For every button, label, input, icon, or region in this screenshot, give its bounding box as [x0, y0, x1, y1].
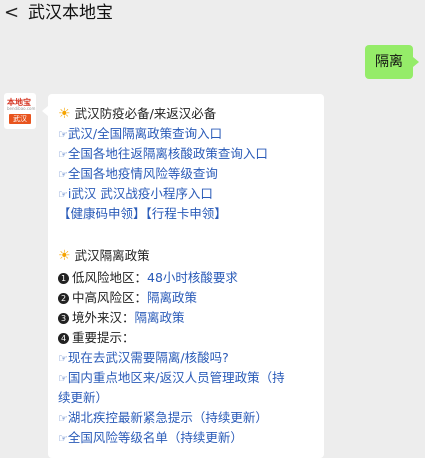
policy-link[interactable]: 隔离政策 — [135, 310, 185, 325]
pointing-hand-icon: ☞ — [58, 148, 68, 161]
chat-title: 武汉本地宝 — [28, 3, 113, 23]
avatar[interactable]: 本地宝 bendibao.com 武汉 — [4, 93, 36, 129]
policy-link[interactable]: 隔离政策 — [147, 290, 197, 305]
section-title-epidemic: ☀ 武汉防疫必备/来返汉必备 — [58, 106, 217, 122]
policy-item-important: 4 重要提示： — [58, 328, 135, 348]
pointing-hand-icon: ☞ — [58, 412, 68, 425]
link-health-code[interactable]: 【健康码申领】 — [58, 206, 146, 221]
sun-icon: ☀ — [58, 248, 71, 264]
number-3-icon: 3 — [58, 313, 69, 324]
pointing-hand-icon: ☞ — [58, 168, 68, 181]
pointing-hand-icon: ☞ — [58, 372, 68, 385]
policy-link[interactable]: 48小时核酸要求 — [147, 270, 238, 285]
link-quarantine-query[interactable]: ☞武汉/全国隔离政策查询入口 — [58, 124, 222, 145]
link-risk-query[interactable]: ☞全国各地疫情风险等级查询 — [58, 164, 218, 185]
sent-message-bubble[interactable]: 隔离 — [365, 45, 419, 79]
pointing-hand-icon: ☞ — [58, 128, 68, 141]
section-title-quarantine: ☀ 武汉隔离政策 — [58, 248, 150, 264]
policy-item-mid-high-risk: 2 中高风险区：隔离政策 — [58, 288, 197, 308]
link-miniprogram[interactable]: ☞i武汉 武汉战疫小程序入口 — [58, 184, 213, 205]
tip-link-hubei-cdc[interactable]: ☞湖北疾控最新紧急提示（持续更新） — [58, 408, 268, 429]
number-4-icon: 4 — [58, 333, 69, 344]
reply-message-bubble: ☀ 武汉防疫必备/来返汉必备 ☞武汉/全国隔离政策查询入口 ☞全国各地往返隔离核酸… — [42, 94, 324, 458]
sent-message-text: 隔离 — [375, 54, 403, 70]
link-travel-card[interactable]: 【行程卡申领】 — [146, 206, 227, 221]
extra-links-row: 【健康码申领】【行程卡申领】 — [58, 204, 227, 224]
pointing-hand-icon: ☞ — [58, 352, 68, 365]
number-1-icon: 1 — [58, 273, 69, 284]
pointing-hand-icon: ☞ — [58, 432, 68, 445]
link-nucleic-query[interactable]: ☞全国各地往返隔离核酸政策查询入口 — [58, 144, 268, 165]
tip-link-risk-list[interactable]: ☞全国风险等级名单（持续更新） — [58, 428, 243, 449]
pointing-hand-icon: ☞ — [58, 188, 68, 201]
top-bar: < 武汉本地宝 — [0, 0, 425, 28]
tip-link-key-areas-continued[interactable]: 续更新） — [58, 388, 108, 408]
number-2-icon: 2 — [58, 293, 69, 304]
avatar-sub: bendibao.com — [7, 106, 36, 111]
tip-link-key-areas[interactable]: ☞国内重点地区来/返汉人员管理政策（持 — [58, 368, 285, 389]
avatar-tag: 武汉 — [9, 114, 31, 124]
policy-item-low-risk: 1 低风险地区：48小时核酸要求 — [58, 268, 238, 288]
policy-item-overseas: 3 境外来汉：隔离政策 — [58, 308, 185, 328]
sun-icon: ☀ — [58, 106, 71, 122]
tip-link-need-quarantine[interactable]: ☞现在去武汉需要隔离/核酸吗? — [58, 348, 229, 369]
back-icon[interactable]: < — [4, 3, 19, 23]
